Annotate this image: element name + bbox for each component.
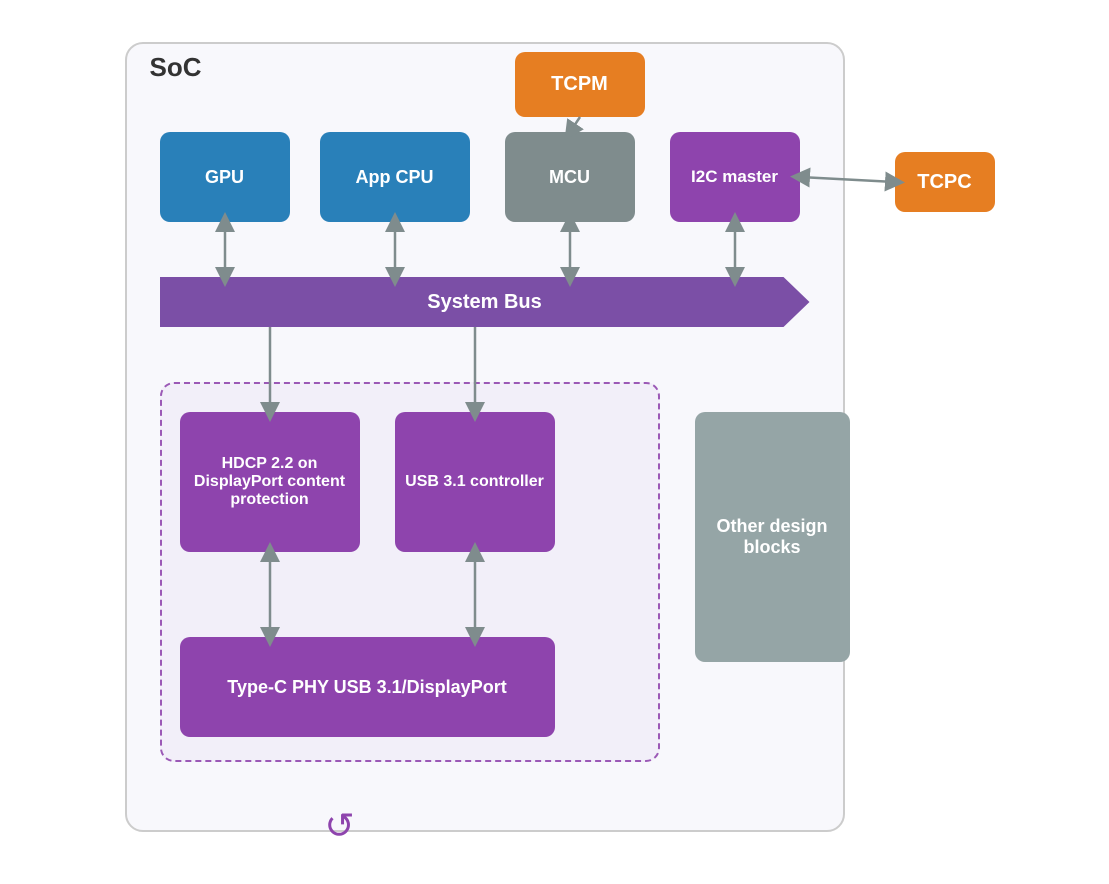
tcpc-box: TCPC [895, 152, 995, 212]
typeC-box: Type-C PHY USB 3.1/DisplayPort [180, 637, 555, 737]
soc-label: SoC [150, 52, 202, 83]
gpu-box: GPU [160, 132, 290, 222]
usb31-box: USB 3.1 controller [395, 412, 555, 552]
system-bus: System Bus [160, 277, 810, 327]
mcu-box: MCU [505, 132, 635, 222]
appcpu-box: App CPU [320, 132, 470, 222]
tcpm-box: TCPM [515, 52, 645, 117]
refresh-icon: ↺ [325, 805, 355, 847]
i2c-box: I2C master [670, 132, 800, 222]
other-blocks-box: Other design blocks [695, 412, 850, 662]
hdcp-box: HDCP 2.2 on DisplayPort content protecti… [180, 412, 360, 552]
diagram-wrapper: SoC GPU App CPU TCPM MCU I2C master TCPC… [105, 22, 1005, 862]
